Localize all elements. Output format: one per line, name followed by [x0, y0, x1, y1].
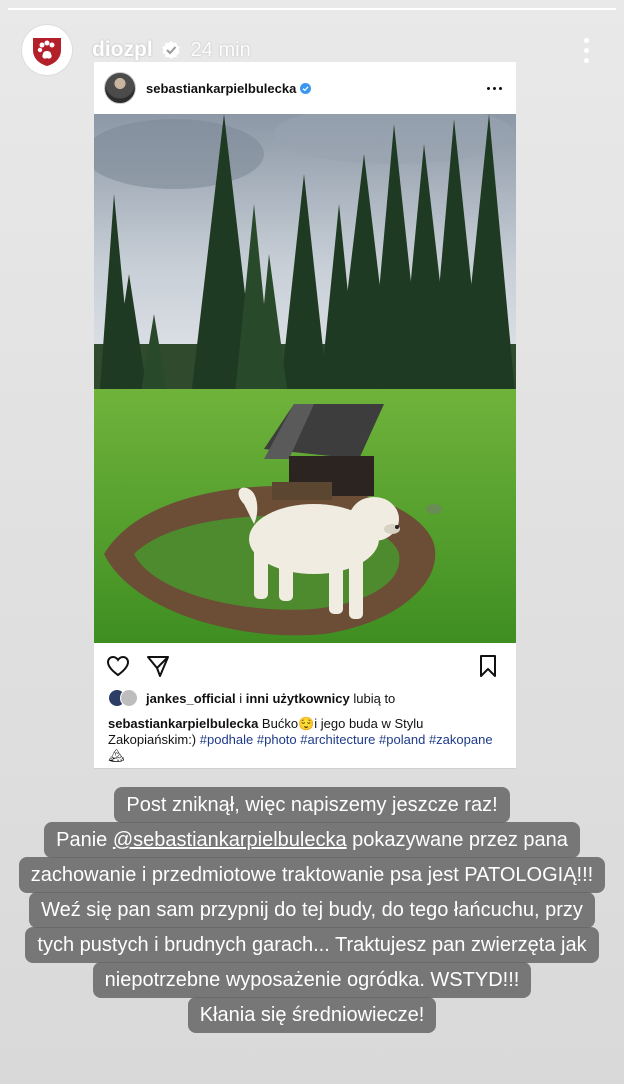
heart-icon[interactable] — [106, 654, 130, 678]
story-text-line: Post zniknął, więc napiszemy jeszcze raz… — [114, 787, 510, 823]
story-text-line: niepotrzebne wyposażenie ogródka. WSTYD!… — [92, 962, 532, 998]
paw-shield-logo — [33, 38, 61, 66]
caption-username[interactable]: sebastiankarpielbulecka — [108, 716, 258, 731]
hashtag[interactable]: #podhale — [200, 732, 254, 747]
story-text-line: Kłania się średniowiecze! — [187, 997, 437, 1033]
story-text-overlay: Post zniknął, więc napiszemy jeszcze raz… — [0, 787, 624, 1033]
likes-suffix: lubią to — [349, 690, 396, 706]
text-segment: Panie — [56, 829, 113, 851]
send-icon[interactable] — [146, 654, 170, 678]
post-caption: sebastiankarpielbulecka Bućko😌i jego bud… — [108, 716, 508, 764]
text-segment: pokazywane przez pana — [346, 829, 568, 851]
story-text-line: Weź się pan sam przypnij do tej budy, do… — [29, 892, 595, 928]
story-text-line: tych pustych i brudnych garach... Traktu… — [25, 927, 599, 963]
story-progress-fill — [8, 8, 616, 10]
liker-username[interactable]: jankes_official — [146, 691, 236, 706]
post-card: sebastiankarpielbulecka jankes_official … — [94, 62, 516, 769]
post-avatar[interactable] — [104, 72, 136, 104]
story-progress-bar — [8, 8, 616, 10]
post-verified-icon — [300, 82, 312, 94]
post-header: sebastiankarpielbulecka — [94, 62, 516, 114]
hashtag[interactable]: #poland — [379, 732, 425, 747]
post-username[interactable]: sebastiankarpielbulecka — [146, 81, 296, 96]
story-text-line: Panie @sebastiankarpielbulecka pokazywan… — [44, 822, 580, 858]
hashtag[interactable]: #architecture — [300, 732, 375, 747]
bookmark-icon[interactable] — [476, 654, 500, 678]
post-actions — [94, 652, 516, 682]
story-text-line: zachowanie i przedmiotowe traktowanie ps… — [18, 857, 606, 893]
hashtag[interactable]: #photo — [257, 732, 297, 747]
mention-link[interactable]: @sebastiankarpielbulecka — [113, 829, 347, 851]
hashtag[interactable]: #zakopane — [429, 732, 493, 747]
avatar[interactable] — [22, 25, 72, 75]
caption-text-1: Bućko — [258, 716, 299, 731]
more-horizontal-icon[interactable] — [487, 86, 502, 90]
post-photo — [94, 114, 516, 643]
likes-middle: i — [235, 690, 246, 706]
more-vertical-icon[interactable] — [584, 37, 590, 63]
smile-emoji-icon: 😌 — [298, 716, 315, 731]
story-username[interactable]: diozpl — [92, 38, 153, 62]
likes-others[interactable]: inni użytkownicy — [246, 691, 350, 706]
story-timestamp: 24 min — [190, 38, 251, 61]
liker-avatars — [108, 689, 140, 707]
likes-line[interactable]: jankes_official i inni użytkownicy lubią… — [108, 689, 395, 707]
verified-badge-icon — [161, 41, 180, 59]
mountain-emoji-icon: 🏔 — [108, 748, 125, 763]
